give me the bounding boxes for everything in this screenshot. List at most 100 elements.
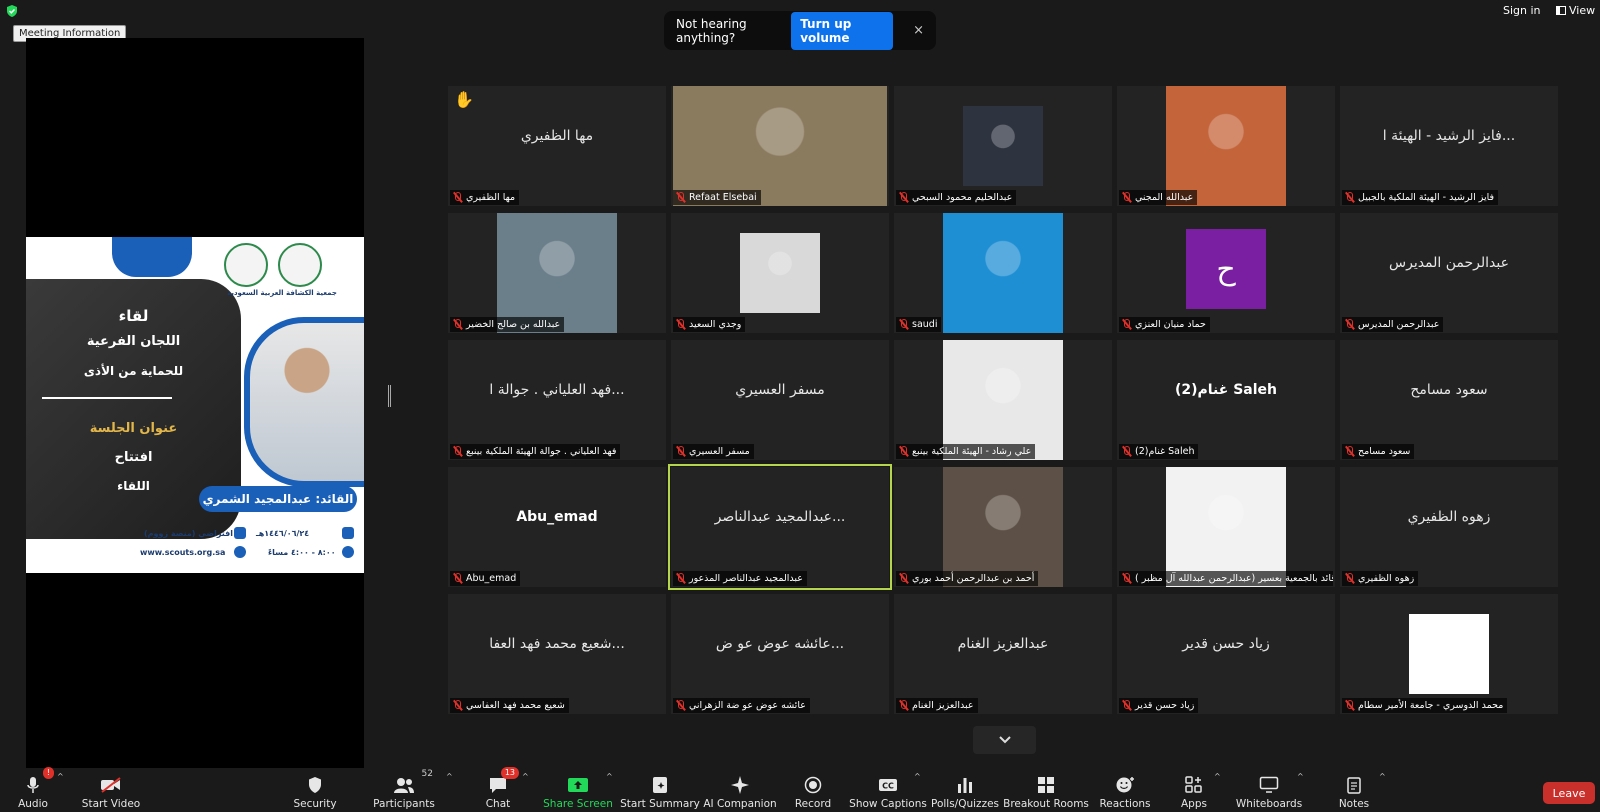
participant-name: سعود مسامح	[1358, 446, 1411, 457]
start-video-button[interactable]: Start Video	[80, 768, 142, 812]
participant-display-name: عبدالمجيد عبدالناصر...	[714, 509, 846, 525]
poster-leader-name: القائد: عبدالمجيد الشمري	[199, 486, 357, 512]
apps-options-caret[interactable]: ^	[1214, 772, 1221, 781]
split-view-resize-handle[interactable]	[388, 385, 391, 407]
reactions-button[interactable]: Reactions	[1098, 768, 1152, 812]
notes-button[interactable]: Notes	[1334, 768, 1374, 812]
participants-options-caret[interactable]: ^	[446, 772, 453, 781]
participant-display-name: فايز الرشيد - الهيئة ا...	[1382, 128, 1516, 144]
audio-options-caret[interactable]: ^	[57, 772, 64, 781]
participant-name: عبدالله بن صالح الخضير	[466, 319, 561, 330]
participant-tile[interactable]: عبدالمجيد عبدالناصر... عبدالمجيد عبدالناص…	[668, 464, 892, 590]
ministry-logo	[224, 243, 268, 287]
participant-avatar: ح	[1186, 229, 1266, 309]
captions-options-caret[interactable]: ^	[914, 772, 921, 781]
record-button[interactable]: Record	[792, 768, 834, 812]
ai-companion-label: AI Companion	[703, 798, 777, 810]
chat-bubble-icon: 13	[487, 767, 519, 795]
participants-button[interactable]: 52 Participants	[373, 768, 435, 812]
participant-tile[interactable]: زياد حسن قدير زياد حسن قدير	[1117, 594, 1335, 714]
participant-name-label: سعود مسامح	[1342, 444, 1415, 459]
participant-name-label: مها الظفيري	[450, 190, 520, 205]
participant-display-name: Abu_emad	[516, 509, 598, 525]
participant-tile[interactable]: شعيع محمد فهد العفا... شعيع محمد فهد العف…	[448, 594, 666, 714]
participant-tile[interactable]: وجدي السعيد	[671, 213, 889, 333]
shared-poster: جمعية الكشافة العربية السعودية لقاء اللج…	[26, 237, 364, 573]
video-off-icon	[100, 775, 122, 795]
participant-name: وجدي السعيد	[689, 319, 742, 330]
participant-tile[interactable]: مها الظفيري ✋ مها الظفيري	[448, 86, 666, 206]
participant-name-label: زياد حسن قدير	[1119, 698, 1199, 713]
gallery-next-page-button[interactable]	[973, 726, 1036, 754]
participant-video	[740, 233, 820, 313]
share-screen-button[interactable]: Share Screen	[543, 768, 613, 812]
whiteboards-options-caret[interactable]: ^	[1297, 772, 1304, 781]
participant-tile[interactable]: ح حماد منيان العنزي	[1117, 213, 1335, 333]
participant-tile[interactable]: عائشه عوض عو ض... عائشه عوض عو ضة الزهران…	[671, 594, 889, 714]
participant-name-label: غنام(2) Saleh	[1119, 444, 1199, 459]
close-icon[interactable]: ×	[913, 23, 924, 38]
apps-label: Apps	[1181, 798, 1207, 810]
polls-quizzes-label: Polls/Quizzes	[931, 798, 1000, 810]
chat-button[interactable]: 13 Chat	[478, 767, 519, 812]
participant-tile[interactable]: محمد الدوسري - جامعة الأمير سطام	[1340, 594, 1558, 714]
security-button[interactable]: Security	[290, 768, 340, 812]
ai-companion-button[interactable]: AI Companion	[703, 768, 777, 812]
bar-chart-icon	[954, 775, 976, 795]
participant-video	[943, 467, 1063, 587]
participant-tile[interactable]: ( عبدالرحمن عبدالله آل مظبر) قائد بالجمع…	[1117, 467, 1335, 587]
apps-button[interactable]: Apps	[1176, 768, 1212, 812]
participant-tile[interactable]: غنام(2) Saleh غنام(2) Saleh	[1117, 340, 1335, 460]
poster-website: www.scouts.org.sa	[140, 548, 226, 557]
participant-name-label: علي رشاد - الهيئة الملكية بينبع	[896, 444, 1036, 459]
encryption-shield-icon[interactable]	[5, 4, 19, 18]
participant-display-name: زياد حسن قدير	[1182, 636, 1270, 652]
audio-button[interactable]: ! Audio	[12, 767, 54, 812]
view-button[interactable]: View	[1556, 4, 1595, 17]
breakout-rooms-button[interactable]: Breakout Rooms	[1003, 768, 1089, 812]
participant-video	[497, 213, 617, 333]
whiteboards-button[interactable]: Whiteboards	[1236, 768, 1302, 812]
participant-tile[interactable]: عبدالرحمن المديرس عبدالرحمن المديرس	[1340, 213, 1558, 333]
participant-tile[interactable]: Refaat Elsebai	[671, 86, 889, 206]
participant-tile[interactable]: فايز الرشيد - الهيئة ا... فايز الرشيد - ا…	[1340, 86, 1558, 206]
notes-options-caret[interactable]: ^	[1379, 772, 1386, 781]
participant-video	[943, 340, 1063, 460]
sign-in-button[interactable]: Sign in	[1503, 4, 1541, 17]
breakout-rooms-label: Breakout Rooms	[1003, 798, 1089, 810]
participant-name: مسفر العسيري	[689, 446, 750, 457]
participant-tile[interactable]: Abu_emad Abu_emad	[448, 467, 666, 587]
share-screen-label: Share Screen	[543, 798, 613, 810]
muted-microphone-icon	[899, 573, 909, 584]
participant-name-label: شعيع محمد فهد العفاسي	[450, 698, 569, 713]
participant-name: عبدالمجيد عبدالناصر المذعور	[689, 573, 803, 584]
globe-icon	[234, 546, 246, 558]
turn-up-volume-button[interactable]: Turn up volume	[791, 11, 894, 50]
share-options-caret[interactable]: ^	[606, 772, 613, 781]
poster-platform: افتراضي (منصة زووم)	[144, 529, 234, 538]
participant-tile[interactable]: سعود مسامح سعود مسامح	[1340, 340, 1558, 460]
participant-name: شعيع محمد فهد العفاسي	[466, 700, 565, 711]
calendar-icon	[342, 527, 354, 539]
participant-tile[interactable]: عبدالله بن صالح الخضير	[448, 213, 666, 333]
participant-tile[interactable]: saudi	[894, 213, 1112, 333]
participant-display-name: مسفر العسيري	[735, 382, 825, 398]
poster-date: ١٤٤٦/٠٦/٢٤هـ	[256, 529, 310, 538]
participant-tile[interactable]: مسفر العسيري مسفر العسيري	[671, 340, 889, 460]
muted-microphone-icon	[899, 446, 909, 457]
participant-tile[interactable]: عبدالعزيز الغنام عبدالعزيز الغنام	[894, 594, 1112, 714]
start-summary-button[interactable]: Start Summary	[620, 768, 700, 812]
participant-tile[interactable]: فهد العلياني . جوالة ا... فهد العلياني . …	[448, 340, 666, 460]
leave-meeting-button[interactable]: Leave	[1543, 782, 1595, 804]
polls-quizzes-button[interactable]: Polls/Quizzes	[931, 768, 1000, 812]
participant-tile[interactable]: علي رشاد - الهيئة الملكية بينبع	[894, 340, 1112, 460]
participant-tile[interactable]: زهوه الظفيري زهوه الظفيري	[1340, 467, 1558, 587]
muted-microphone-icon	[1122, 192, 1132, 203]
participant-name: مها الظفيري	[466, 192, 516, 203]
poster-logos	[224, 243, 322, 287]
participant-tile[interactable]: أحمد بن عبدالرحمن أحمد بوري	[894, 467, 1112, 587]
clock-icon	[342, 546, 354, 558]
participant-tile[interactable]: عبدالله المجني	[1117, 86, 1335, 206]
participant-tile[interactable]: عبدالحليم محمود السبحي	[894, 86, 1112, 206]
chat-options-caret[interactable]: ^	[522, 772, 529, 781]
